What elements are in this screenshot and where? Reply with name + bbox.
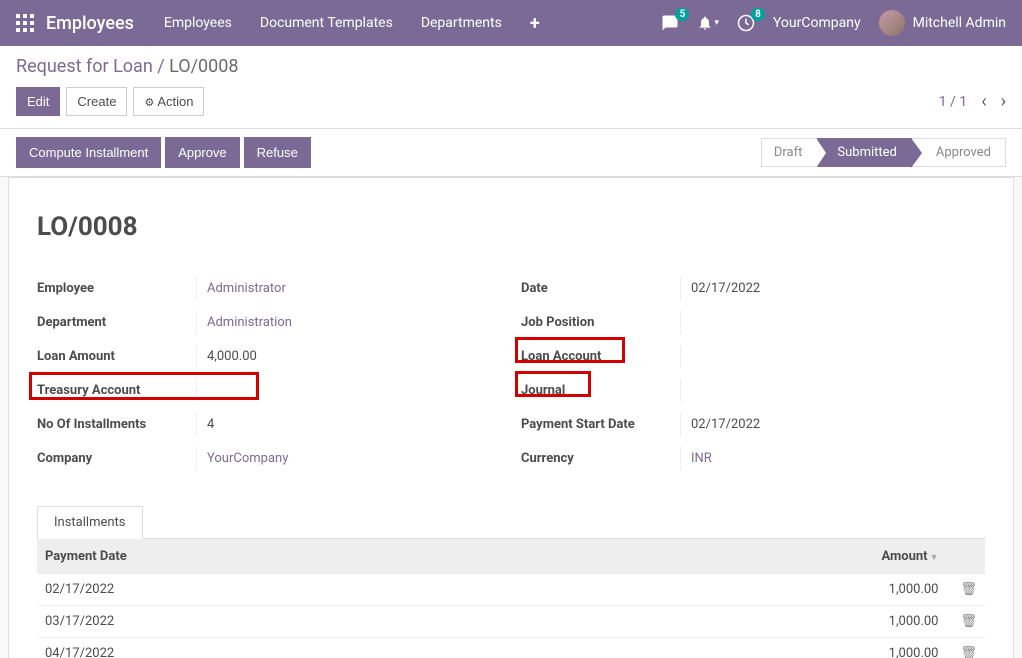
tabs: Installments xyxy=(37,506,985,539)
pager-next-icon[interactable]: › xyxy=(1001,91,1006,112)
table-row[interactable]: 02/17/2022 1,000.00 🗑 xyxy=(37,574,985,606)
user-name-label: Mitchell Admin xyxy=(913,15,1006,31)
app-brand[interactable]: Employees xyxy=(46,13,134,34)
breadcrumb: Request for Loan / LO/0008 xyxy=(16,56,1006,77)
value-loan-account xyxy=(681,352,985,360)
value-payment-start: 02/17/2022 xyxy=(681,413,985,436)
pager: 1 / 1 ‹ › xyxy=(939,91,1006,112)
compute-installment-button[interactable]: Compute Installment xyxy=(16,137,161,168)
messages-icon[interactable]: 5 xyxy=(661,14,679,32)
activities-badge: 8 xyxy=(751,8,765,21)
value-installments: 4 xyxy=(197,413,501,436)
breadcrumb-current: LO/0008 xyxy=(169,56,238,77)
gear-icon: ⚙ xyxy=(144,97,154,109)
th-actions xyxy=(946,539,985,574)
label-job-position: Job Position xyxy=(521,311,681,334)
label-journal: Journal xyxy=(521,379,681,402)
label-company: Company xyxy=(37,447,197,470)
label-treasury-account: Treasury Account xyxy=(37,379,197,402)
topbar-right: 5 ▾ 8 YourCompany Mitchell Admin xyxy=(661,10,1006,36)
pager-prev-icon[interactable]: ‹ xyxy=(981,91,986,112)
breadcrumb-parent[interactable]: Request for Loan xyxy=(16,56,153,77)
installments-table: Payment Date Amount▼ 02/17/2022 1,000.00… xyxy=(37,539,985,658)
label-loan-amount: Loan Amount xyxy=(37,345,197,368)
value-currency[interactable]: INR xyxy=(681,447,985,470)
trash-icon[interactable]: 🗑 xyxy=(960,646,977,658)
messages-badge: 5 xyxy=(675,8,689,21)
cell-date: 02/17/2022 xyxy=(37,574,558,606)
avatar xyxy=(879,10,905,36)
control-panel: Request for Loan / LO/0008 Edit Create ⚙… xyxy=(0,46,1022,129)
trash-icon[interactable]: 🗑 xyxy=(960,582,977,597)
value-loan-amount: 4,000.00 xyxy=(197,345,501,368)
tab-installments[interactable]: Installments xyxy=(37,506,143,539)
nav-document-templates[interactable]: Document Templates xyxy=(260,15,393,31)
apps-icon[interactable] xyxy=(16,14,34,32)
value-date: 02/17/2022 xyxy=(681,277,985,300)
value-department[interactable]: Administration xyxy=(197,311,501,334)
th-amount[interactable]: Amount▼ xyxy=(558,539,947,574)
action-label: Action xyxy=(157,94,193,109)
value-company[interactable]: YourCompany xyxy=(197,447,501,470)
company-switcher[interactable]: YourCompany xyxy=(773,15,861,31)
notifications-icon[interactable]: ▾ xyxy=(697,15,719,31)
breadcrumb-sep: / xyxy=(153,56,169,77)
status-step-draft[interactable]: Draft xyxy=(761,138,818,167)
form-sheet: LO/0008 Employee Administrator Departmen… xyxy=(8,177,1014,658)
sort-icon: ▼ xyxy=(930,553,939,563)
refuse-button[interactable]: Refuse xyxy=(244,137,311,168)
record-title: LO/0008 xyxy=(37,212,997,242)
label-loan-account: Loan Account xyxy=(521,345,681,368)
pager-value[interactable]: 1 / 1 xyxy=(939,94,967,110)
cell-date: 03/17/2022 xyxy=(37,606,558,638)
form-right-col: Date 02/17/2022 Job Position Loan Accoun… xyxy=(521,272,985,476)
form-left-col: Employee Administrator Department Admini… xyxy=(37,272,501,476)
value-job-position xyxy=(681,318,985,326)
status-step-approved[interactable]: Approved xyxy=(912,138,1006,167)
label-installments: No Of Installments xyxy=(37,413,197,436)
label-currency: Currency xyxy=(521,447,681,470)
activities-icon[interactable]: 8 xyxy=(737,14,755,32)
nav-departments[interactable]: Departments xyxy=(421,15,502,31)
label-employee: Employee xyxy=(37,277,197,300)
th-amount-label: Amount xyxy=(881,549,927,564)
table-row[interactable]: 03/17/2022 1,000.00 🗑 xyxy=(37,606,985,638)
th-payment-date[interactable]: Payment Date xyxy=(37,539,558,574)
status-step-submitted[interactable]: Submitted xyxy=(817,138,911,167)
cell-amount: 1,000.00 xyxy=(558,606,947,638)
create-button[interactable]: Create xyxy=(66,87,127,116)
value-journal xyxy=(681,386,985,394)
cell-amount: 1,000.00 xyxy=(558,574,947,606)
topbar: Employees Employees Document Templates D… xyxy=(0,0,1022,46)
user-menu[interactable]: Mitchell Admin xyxy=(879,10,1006,36)
status-steps: Draft Submitted Approved xyxy=(761,138,1006,168)
edit-button[interactable]: Edit xyxy=(16,87,60,116)
label-payment-start: Payment Start Date xyxy=(521,413,681,436)
action-button[interactable]: ⚙Action xyxy=(133,87,204,116)
status-bar: Compute Installment Approve Refuse Draft… xyxy=(0,129,1022,177)
nav-add-icon[interactable]: + xyxy=(530,13,540,34)
nav-employees[interactable]: Employees xyxy=(164,15,232,31)
trash-icon[interactable]: 🗑 xyxy=(960,614,977,629)
value-employee[interactable]: Administrator xyxy=(197,277,501,300)
top-nav: Employees Document Templates Departments… xyxy=(164,13,540,34)
label-date: Date xyxy=(521,277,681,300)
label-department: Department xyxy=(37,311,197,334)
value-treasury-account xyxy=(197,386,501,394)
approve-button[interactable]: Approve xyxy=(165,137,239,168)
